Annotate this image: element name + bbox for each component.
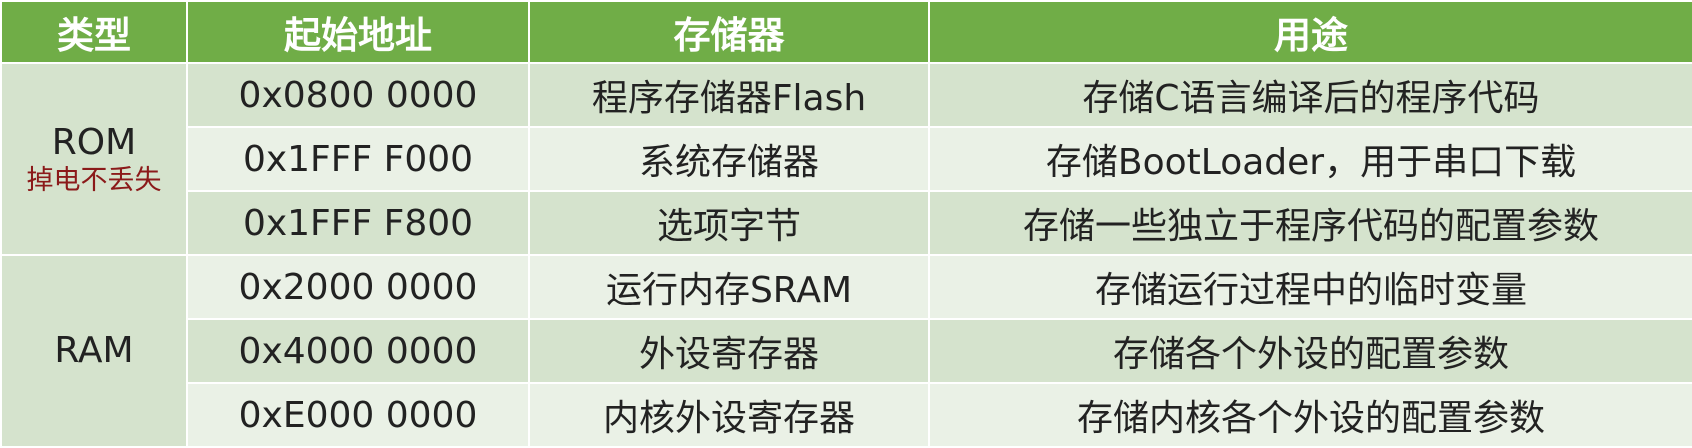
table-row: ROM 掉电不丢失 0x0800 0000 程序存储器Flash 存储C语言编译… — [0, 62, 1692, 256]
memory-cell: 运行内存SRAM — [528, 254, 930, 320]
usage-cell: 存储各个外设的配置参数 — [928, 318, 1692, 384]
memory-map-table: 类型 起始地址 存储器 用途 ROM 掉电不丢失 0x0800 0000 程序存… — [0, 0, 1692, 448]
header-type: 类型 — [0, 0, 188, 64]
type-note: 掉电不丢失 — [26, 165, 162, 197]
type-cell-rom: ROM 掉电不丢失 — [0, 62, 188, 256]
address-cell: 0x1FFF F000 — [186, 126, 530, 192]
usage-cell: 存储C语言编译后的程序代码 — [928, 62, 1692, 128]
usage-cell: 存储BootLoader，用于串口下载 — [928, 126, 1692, 192]
memory-cell: 系统存储器 — [528, 126, 930, 192]
table-header-row: 类型 起始地址 存储器 用途 — [0, 0, 1692, 64]
table-row: RAM 0x2000 0000 运行内存SRAM 存储运行过程中的临时变量 — [0, 254, 1692, 448]
address-cell: 0x1FFF F800 — [186, 190, 530, 256]
header-memory: 存储器 — [528, 0, 930, 64]
table-row: 0xE000 0000 内核外设寄存器 存储内核各个外设的配置参数 — [1, 382, 1692, 448]
type-name: ROM — [51, 121, 137, 163]
type-cell-ram: RAM — [0, 254, 188, 448]
memory-cell: 内核外设寄存器 — [528, 382, 930, 448]
memory-cell: 程序存储器Flash — [528, 62, 930, 128]
address-cell: 0xE000 0000 — [186, 382, 530, 448]
type-name: RAM — [54, 330, 134, 372]
usage-cell: 存储运行过程中的临时变量 — [928, 254, 1692, 320]
address-cell: 0x4000 0000 — [186, 318, 530, 384]
header-usage: 用途 — [928, 0, 1692, 64]
memory-cell: 选项字节 — [528, 190, 930, 256]
table-row: 0x1FFF F800 选项字节 存储一些独立于程序代码的配置参数 — [1, 190, 1692, 256]
header-start-address: 起始地址 — [186, 0, 530, 64]
usage-cell: 存储内核各个外设的配置参数 — [928, 382, 1692, 448]
usage-cell: 存储一些独立于程序代码的配置参数 — [928, 190, 1692, 256]
table-row: 0x4000 0000 外设寄存器 存储各个外设的配置参数 — [1, 318, 1692, 384]
memory-cell: 外设寄存器 — [528, 318, 930, 384]
address-cell: 0x2000 0000 — [186, 254, 530, 320]
table-row: 0x1FFF F000 系统存储器 存储BootLoader，用于串口下载 — [1, 126, 1692, 192]
address-cell: 0x0800 0000 — [186, 62, 530, 128]
